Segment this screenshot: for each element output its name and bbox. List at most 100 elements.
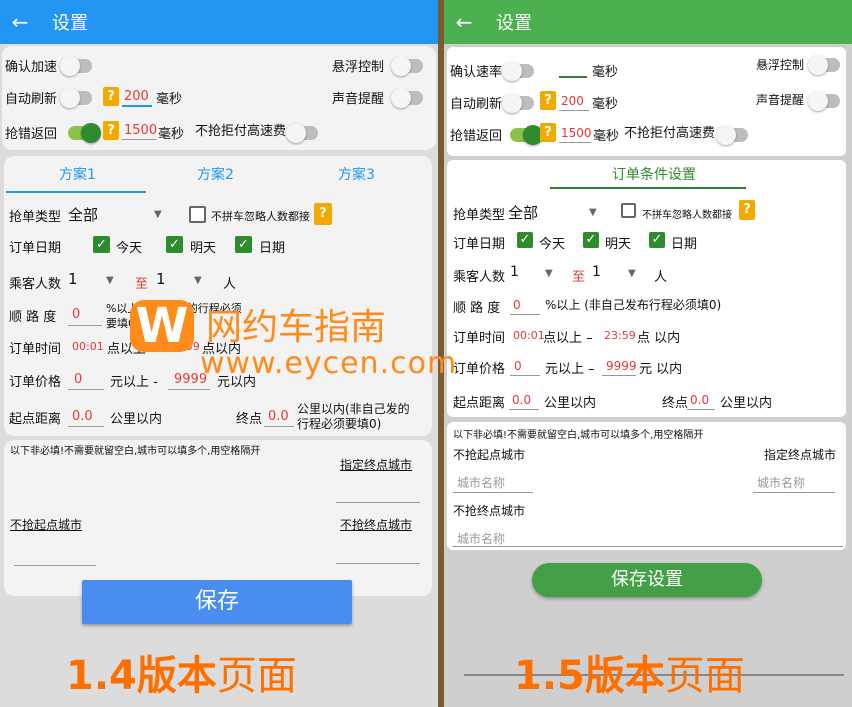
grab-error-return-toggle[interactable] [68, 123, 101, 143]
v15-app-bar: ← 设置 [444, 0, 852, 44]
return-ms-unit: 毫秒 [158, 127, 185, 142]
sound-alert-toggle[interactable] [808, 91, 840, 111]
auto-refresh-toggle[interactable] [502, 93, 534, 113]
no-start-city-field[interactable]: 不抢起点城市 [10, 516, 82, 533]
v15-caption-number: 1.5版本 [514, 653, 665, 699]
tomorrow-checkbox[interactable]: ✓ [583, 232, 599, 248]
refresh-ms-input[interactable]: 200 [124, 89, 149, 104]
no-end-city-input[interactable]: 城市名称 [457, 530, 505, 547]
no-end-city-underline [336, 563, 420, 564]
passenger-to-select[interactable]: 1 [156, 270, 166, 288]
end-input[interactable]: 0.0 [690, 393, 709, 407]
price-from-suffix: 元以上 – [545, 362, 595, 377]
end-label: 终点 [236, 412, 263, 427]
confirm-rate-label: 确认速率 [450, 65, 503, 80]
no-end-city-field[interactable]: 不抢终点城市 [340, 516, 412, 533]
chevron-down-icon[interactable]: ▼ [589, 207, 597, 218]
today-label: 今天 [539, 237, 566, 252]
v14-save-button[interactable]: 保存 [82, 580, 352, 624]
route-input[interactable]: 0 [513, 298, 521, 312]
return-ms-input[interactable]: 1500 [561, 126, 592, 140]
tomorrow-checkbox[interactable]: ✓ [166, 236, 183, 253]
back-arrow-icon[interactable]: ← [444, 10, 484, 34]
ignore-count-checkbox[interactable] [621, 203, 636, 218]
section-title: 订单条件设置 [612, 167, 696, 183]
help-icon[interactable]: ? [540, 91, 556, 110]
passenger-from-select[interactable]: 1 [510, 264, 519, 280]
route-input[interactable]: 0 [72, 307, 80, 322]
tab-scheme-3[interactable]: 方案3 [338, 164, 375, 184]
auto-refresh-toggle[interactable] [60, 88, 92, 108]
date-checkbox[interactable]: ✓ [235, 236, 252, 253]
watermark-url: www.eycen.com [200, 346, 458, 381]
back-arrow-icon[interactable]: ← [0, 10, 40, 34]
route-label: 顺 路 度 [9, 310, 57, 325]
today-checkbox[interactable]: ✓ [517, 232, 533, 248]
help-icon[interactable]: ? [739, 200, 755, 220]
chevron-down-icon[interactable]: ▼ [545, 268, 553, 279]
passenger-from-select[interactable]: 1 [68, 270, 78, 288]
no-highspeed-toggle[interactable] [286, 123, 318, 143]
v15-save-button[interactable]: 保存设置 [532, 563, 762, 597]
float-control-toggle[interactable] [391, 56, 423, 76]
order-type-select[interactable]: 全部 [508, 202, 538, 223]
help-icon[interactable]: ? [103, 87, 119, 106]
price-to-input[interactable]: 9999 [606, 359, 637, 373]
today-checkbox[interactable]: ✓ [93, 236, 110, 253]
no-start-city-input[interactable]: 城市名称 [457, 474, 505, 491]
time-from-input[interactable]: 00:01 [513, 329, 545, 342]
start-km-within: 公里以内 [110, 412, 163, 427]
price-from-underline [68, 389, 104, 390]
float-control-label: 悬浮控制 [332, 60, 385, 75]
order-time-label: 订单时间 [9, 342, 62, 357]
order-type-select[interactable]: 全部 [68, 204, 98, 225]
start-dist-underline [509, 409, 539, 410]
order-time-label: 订单时间 [453, 331, 506, 346]
no-highspeed-label: 不抢拒付高速费 [195, 124, 287, 139]
brand-logo: W [130, 300, 194, 352]
float-control-label: 悬浮控制 [756, 58, 805, 72]
time-from-suffix: 点以上 – [543, 331, 593, 346]
date-label: 日期 [671, 237, 698, 252]
end-km-within: 公里以内 [720, 396, 773, 411]
start-dist-input[interactable]: 0.0 [72, 409, 93, 424]
time-from-input[interactable]: 00:01 [72, 340, 104, 353]
v14-caption-text: 页面 [216, 653, 297, 699]
help-icon[interactable]: ? [103, 121, 119, 140]
chevron-down-icon[interactable]: ▼ [194, 275, 202, 286]
tab-scheme-1[interactable]: 方案1 [59, 164, 96, 184]
chevron-down-icon[interactable]: ▼ [628, 268, 636, 279]
help-icon[interactable]: ? [314, 203, 332, 225]
chevron-down-icon[interactable]: ▼ [154, 209, 162, 220]
ignore-count-checkbox[interactable] [189, 206, 206, 223]
end-underline [264, 426, 294, 427]
price-from-input[interactable]: 0 [74, 372, 82, 387]
end-input[interactable]: 0.0 [268, 409, 289, 424]
optional-note: 以下非必填!不需要就留空白,城市可以填多个,用空格隔开 [10, 446, 261, 457]
return-ms-underline [122, 139, 156, 140]
price-from-underline [510, 375, 540, 376]
passenger-to-select[interactable]: 1 [592, 264, 601, 280]
dest-city-field[interactable]: 指定终点城市 [340, 456, 412, 473]
refresh-ms-input[interactable]: 200 [561, 94, 584, 108]
chevron-down-icon[interactable]: ▼ [106, 275, 114, 286]
no-highspeed-toggle[interactable] [716, 125, 748, 145]
confirm-rate-toggle[interactable] [502, 61, 534, 81]
dest-city-input[interactable]: 城市名称 [757, 474, 805, 491]
tab-scheme-2[interactable]: 方案2 [197, 164, 234, 184]
order-type-label: 抢单类型 [9, 210, 62, 225]
start-dist-input[interactable]: 0.0 [512, 393, 531, 407]
ignore-count-label: 不拼车忽略人数都接 [642, 210, 732, 221]
rate-unit: 毫秒 [592, 65, 619, 80]
grab-error-return-toggle[interactable] [510, 125, 543, 145]
date-checkbox[interactable]: ✓ [649, 232, 665, 248]
passenger-label: 乘客人数 [453, 270, 506, 285]
confirm-accel-toggle[interactable] [60, 56, 92, 76]
float-control-toggle[interactable] [808, 55, 840, 75]
return-ms-input[interactable]: 1500 [124, 123, 157, 138]
price-from-input[interactable]: 0 [514, 359, 522, 373]
help-icon[interactable]: ? [540, 123, 556, 142]
time-to-input[interactable]: 23:59 [604, 329, 636, 342]
sound-alert-toggle[interactable] [391, 88, 423, 108]
optional-note: 以下非必填!不需要就留空白,城市可以填多个,用空格隔开 [453, 430, 704, 441]
